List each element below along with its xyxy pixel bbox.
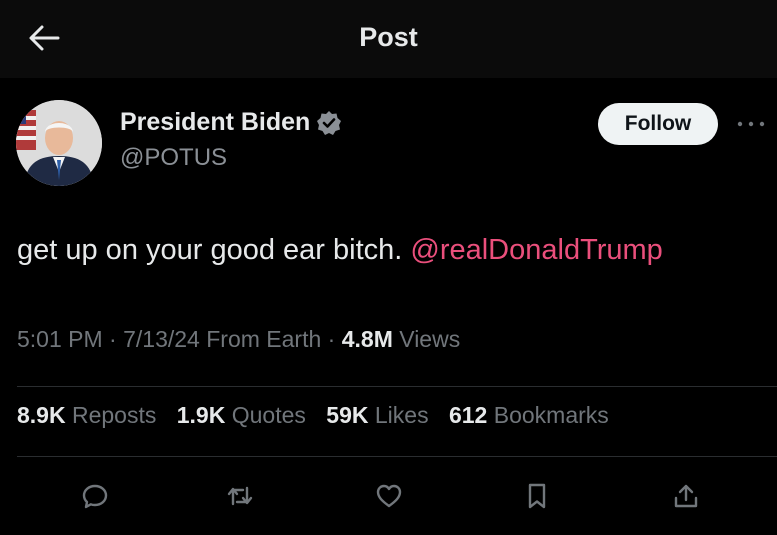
top-bar: Post bbox=[0, 0, 777, 78]
avatar[interactable] bbox=[16, 100, 102, 186]
divider bbox=[17, 386, 777, 387]
post-meta: 5:01 PM · 7/13/24 From Earth · 4.8M View… bbox=[17, 326, 460, 353]
author-name-row: President Biden bbox=[120, 108, 342, 137]
verified-badge-icon bbox=[317, 110, 342, 135]
post-body: get up on your good ear bitch. bbox=[17, 234, 411, 266]
post-date[interactable]: 7/13/24 bbox=[123, 326, 200, 352]
like-icon bbox=[376, 484, 402, 508]
author-name[interactable]: President Biden bbox=[120, 108, 310, 137]
quotes-stat[interactable]: 1.9K Quotes bbox=[177, 402, 306, 428]
more-options-button[interactable] bbox=[734, 112, 768, 136]
views-count: 4.8M bbox=[341, 326, 393, 352]
author-handle[interactable]: @POTUS bbox=[120, 144, 227, 172]
bookmark-icon bbox=[528, 483, 546, 509]
share-icon bbox=[674, 484, 698, 508]
avatar-image bbox=[16, 100, 102, 186]
more-horizontal-icon bbox=[737, 121, 765, 127]
bookmark-button[interactable] bbox=[519, 478, 555, 514]
divider bbox=[17, 456, 777, 457]
meta-separator: · bbox=[327, 326, 336, 352]
reposts-count: 8.9K bbox=[17, 402, 66, 428]
reply-button[interactable] bbox=[77, 478, 113, 514]
quotes-count: 1.9K bbox=[176, 402, 226, 428]
repost-icon bbox=[227, 486, 253, 506]
action-bar bbox=[0, 472, 777, 520]
like-button[interactable] bbox=[371, 478, 407, 514]
post-source: From Earth bbox=[206, 326, 322, 352]
meta-separator: · bbox=[109, 326, 117, 352]
likes-stat[interactable]: 59K Likes bbox=[326, 402, 428, 428]
likes-count: 59K bbox=[326, 402, 369, 428]
bookmarks-stat[interactable]: 612 Bookmarks bbox=[449, 402, 609, 428]
reposts-label: Reposts bbox=[71, 402, 157, 428]
bookmarks-count: 612 bbox=[448, 402, 488, 428]
post-text: get up on your good ear bitch. @realDona… bbox=[17, 234, 663, 267]
engagement-stats: 8.9K Reposts 1.9K Quotes 59K Likes 612 B… bbox=[17, 402, 609, 429]
repost-button[interactable] bbox=[222, 478, 258, 514]
reposts-stat[interactable]: 8.9K Reposts bbox=[17, 402, 156, 428]
share-button[interactable] bbox=[668, 478, 704, 514]
reply-icon bbox=[82, 484, 108, 509]
page-title: Post bbox=[359, 22, 418, 52]
bookmarks-label: Bookmarks bbox=[493, 402, 609, 428]
likes-label: Likes bbox=[374, 402, 429, 428]
follow-button[interactable]: Follow bbox=[598, 103, 718, 145]
quotes-label: Quotes bbox=[231, 402, 306, 428]
post-time[interactable]: 5:01 PM bbox=[17, 326, 103, 352]
views-label: Views bbox=[399, 326, 461, 352]
mention-link[interactable]: @realDonaldTrump bbox=[410, 234, 662, 266]
